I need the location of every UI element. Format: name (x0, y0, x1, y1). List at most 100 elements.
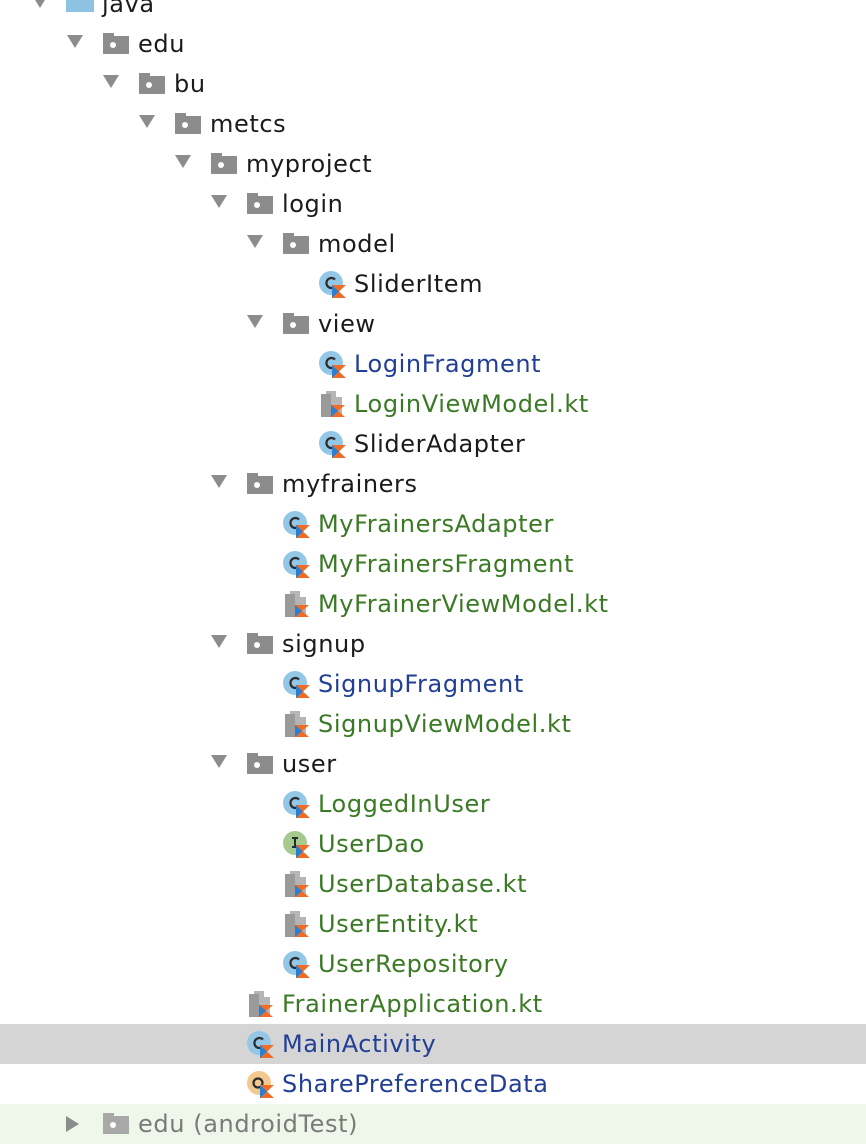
package-icon (246, 750, 274, 778)
tree-item-metcs[interactable]: metcs (0, 104, 866, 144)
tree-item-user[interactable]: user (0, 744, 866, 784)
tree-item-label: bu (174, 70, 206, 98)
kotlin-class-icon (282, 950, 310, 978)
tree-item-label: UserEntity.kt (318, 910, 479, 938)
tree-item-label: model (318, 230, 396, 258)
kotlin-class-icon (282, 550, 310, 578)
tree-item-myfrainers[interactable]: myfrainers (0, 464, 866, 504)
expand-arrow-icon[interactable] (67, 35, 83, 48)
kotlin-class-icon (282, 670, 310, 698)
tree-item-userentity[interactable]: UserEntity.kt (0, 904, 866, 944)
tree-item-myfrainerviewmodel[interactable]: MyFrainerViewModel.kt (0, 584, 866, 624)
tree-item-label: MyFrainerViewModel.kt (318, 590, 609, 618)
tree-item-edu[interactable]: edu (0, 24, 866, 64)
tree-item-userdao[interactable]: UserDao (0, 824, 866, 864)
kotlin-file-icon (282, 910, 310, 938)
tree-item-userdatabase[interactable]: UserDatabase.kt (0, 864, 866, 904)
tree-item-label: java (102, 0, 155, 18)
tree-item-slideradapter[interactable]: SliderAdapter (0, 424, 866, 464)
kotlin-class-icon (318, 270, 346, 298)
expand-arrow-icon[interactable] (211, 635, 227, 648)
tree-item-userrepository[interactable]: UserRepository (0, 944, 866, 984)
expand-arrow-icon[interactable] (247, 235, 263, 248)
tree-item-label: signup (282, 630, 366, 658)
package-icon (138, 70, 166, 98)
tree-item-label: SliderAdapter (354, 430, 526, 458)
tree-item-label: LoginViewModel.kt (354, 390, 589, 418)
tree-item-label: login (282, 190, 344, 218)
kotlin-object-icon (246, 1070, 274, 1098)
tree-item-edu-androidtest[interactable]: edu (androidTest) (0, 1104, 866, 1144)
expand-arrow-icon[interactable] (32, 0, 48, 8)
tree-item-login[interactable]: login (0, 184, 866, 224)
package-icon (282, 310, 310, 338)
tree-item-label: UserDatabase.kt (318, 870, 528, 898)
kotlin-class-icon (318, 350, 346, 378)
tree-item-label: myfrainers (282, 470, 418, 498)
tree-item-label: edu (138, 30, 186, 58)
tree-item-myfrainersadapter[interactable]: MyFrainersAdapter (0, 504, 866, 544)
package-icon (246, 190, 274, 218)
expand-arrow-icon[interactable] (211, 755, 227, 768)
tree-item-label: FrainerApplication.kt (282, 990, 543, 1018)
tree-item-signupviewmodel[interactable]: SignupViewModel.kt (0, 704, 866, 744)
expand-arrow-icon[interactable] (103, 75, 119, 88)
tree-item-model[interactable]: model (0, 224, 866, 264)
tree-item-view[interactable]: view (0, 304, 866, 344)
tree-item-loginfragment[interactable]: LoginFragment (0, 344, 866, 384)
tree-item-label: edu (androidTest) (138, 1110, 359, 1138)
tree-item-label: SignupFragment (318, 670, 524, 698)
tree-item-bu[interactable]: bu (0, 64, 866, 104)
tree-item-label: SliderItem (354, 270, 484, 298)
kotlin-class-icon (318, 430, 346, 458)
tree-item-label: LoginFragment (354, 350, 542, 378)
tree-item-mainactivity[interactable]: MainActivity (0, 1024, 866, 1064)
tree-item-label: SignupViewModel.kt (318, 710, 572, 738)
collapse-arrow-icon[interactable] (66, 1116, 79, 1132)
tree-item-label: myproject (246, 150, 373, 178)
tree-item-signup[interactable]: signup (0, 624, 866, 664)
package-icon (246, 470, 274, 498)
tree-item-label: UserRepository (318, 950, 509, 978)
package-icon (102, 1110, 130, 1138)
source-folder-icon (66, 0, 94, 20)
tree-item-myproject[interactable]: myproject (0, 144, 866, 184)
project-tree: java edu bu metcs myproject login model … (0, 0, 866, 1144)
tree-item-label: MainActivity (282, 1030, 437, 1058)
kotlin-file-icon (246, 990, 274, 1018)
kotlin-class-icon (246, 1030, 274, 1058)
package-icon (102, 30, 130, 58)
kotlin-interface-icon (282, 830, 310, 858)
kotlin-class-icon (282, 790, 310, 818)
kotlin-file-icon (282, 590, 310, 618)
package-icon (174, 110, 202, 138)
expand-arrow-icon[interactable] (175, 155, 191, 168)
tree-item-signupfragment[interactable]: SignupFragment (0, 664, 866, 704)
tree-item-frainerapplication[interactable]: FrainerApplication.kt (0, 984, 866, 1024)
tree-item-sharepreferencedata[interactable]: SharePreferenceData (0, 1064, 866, 1104)
expand-arrow-icon[interactable] (139, 115, 155, 128)
tree-item-label: view (318, 310, 376, 338)
tree-item-java[interactable]: java (0, 0, 866, 24)
kotlin-file-icon (318, 390, 346, 418)
tree-item-loginviewmodel[interactable]: LoginViewModel.kt (0, 384, 866, 424)
kotlin-class-icon (282, 510, 310, 538)
expand-arrow-icon[interactable] (211, 475, 227, 488)
package-icon (210, 150, 238, 178)
tree-item-label: MyFrainersFragment (318, 550, 574, 578)
tree-item-label: LoggedInUser (318, 790, 491, 818)
tree-item-label: SharePreferenceData (282, 1070, 549, 1098)
tree-item-label: MyFrainersAdapter (318, 510, 554, 538)
package-icon (282, 230, 310, 258)
kotlin-file-icon (282, 710, 310, 738)
kotlin-file-icon (282, 870, 310, 898)
package-icon (246, 630, 274, 658)
tree-item-slideritem[interactable]: SliderItem (0, 264, 866, 304)
tree-item-loggedinuser[interactable]: LoggedInUser (0, 784, 866, 824)
expand-arrow-icon[interactable] (247, 315, 263, 328)
tree-item-label: UserDao (318, 830, 425, 858)
expand-arrow-icon[interactable] (211, 195, 227, 208)
tree-item-label: metcs (210, 110, 287, 138)
tree-item-myfrainersfragment[interactable]: MyFrainersFragment (0, 544, 866, 584)
tree-item-label: user (282, 750, 337, 778)
